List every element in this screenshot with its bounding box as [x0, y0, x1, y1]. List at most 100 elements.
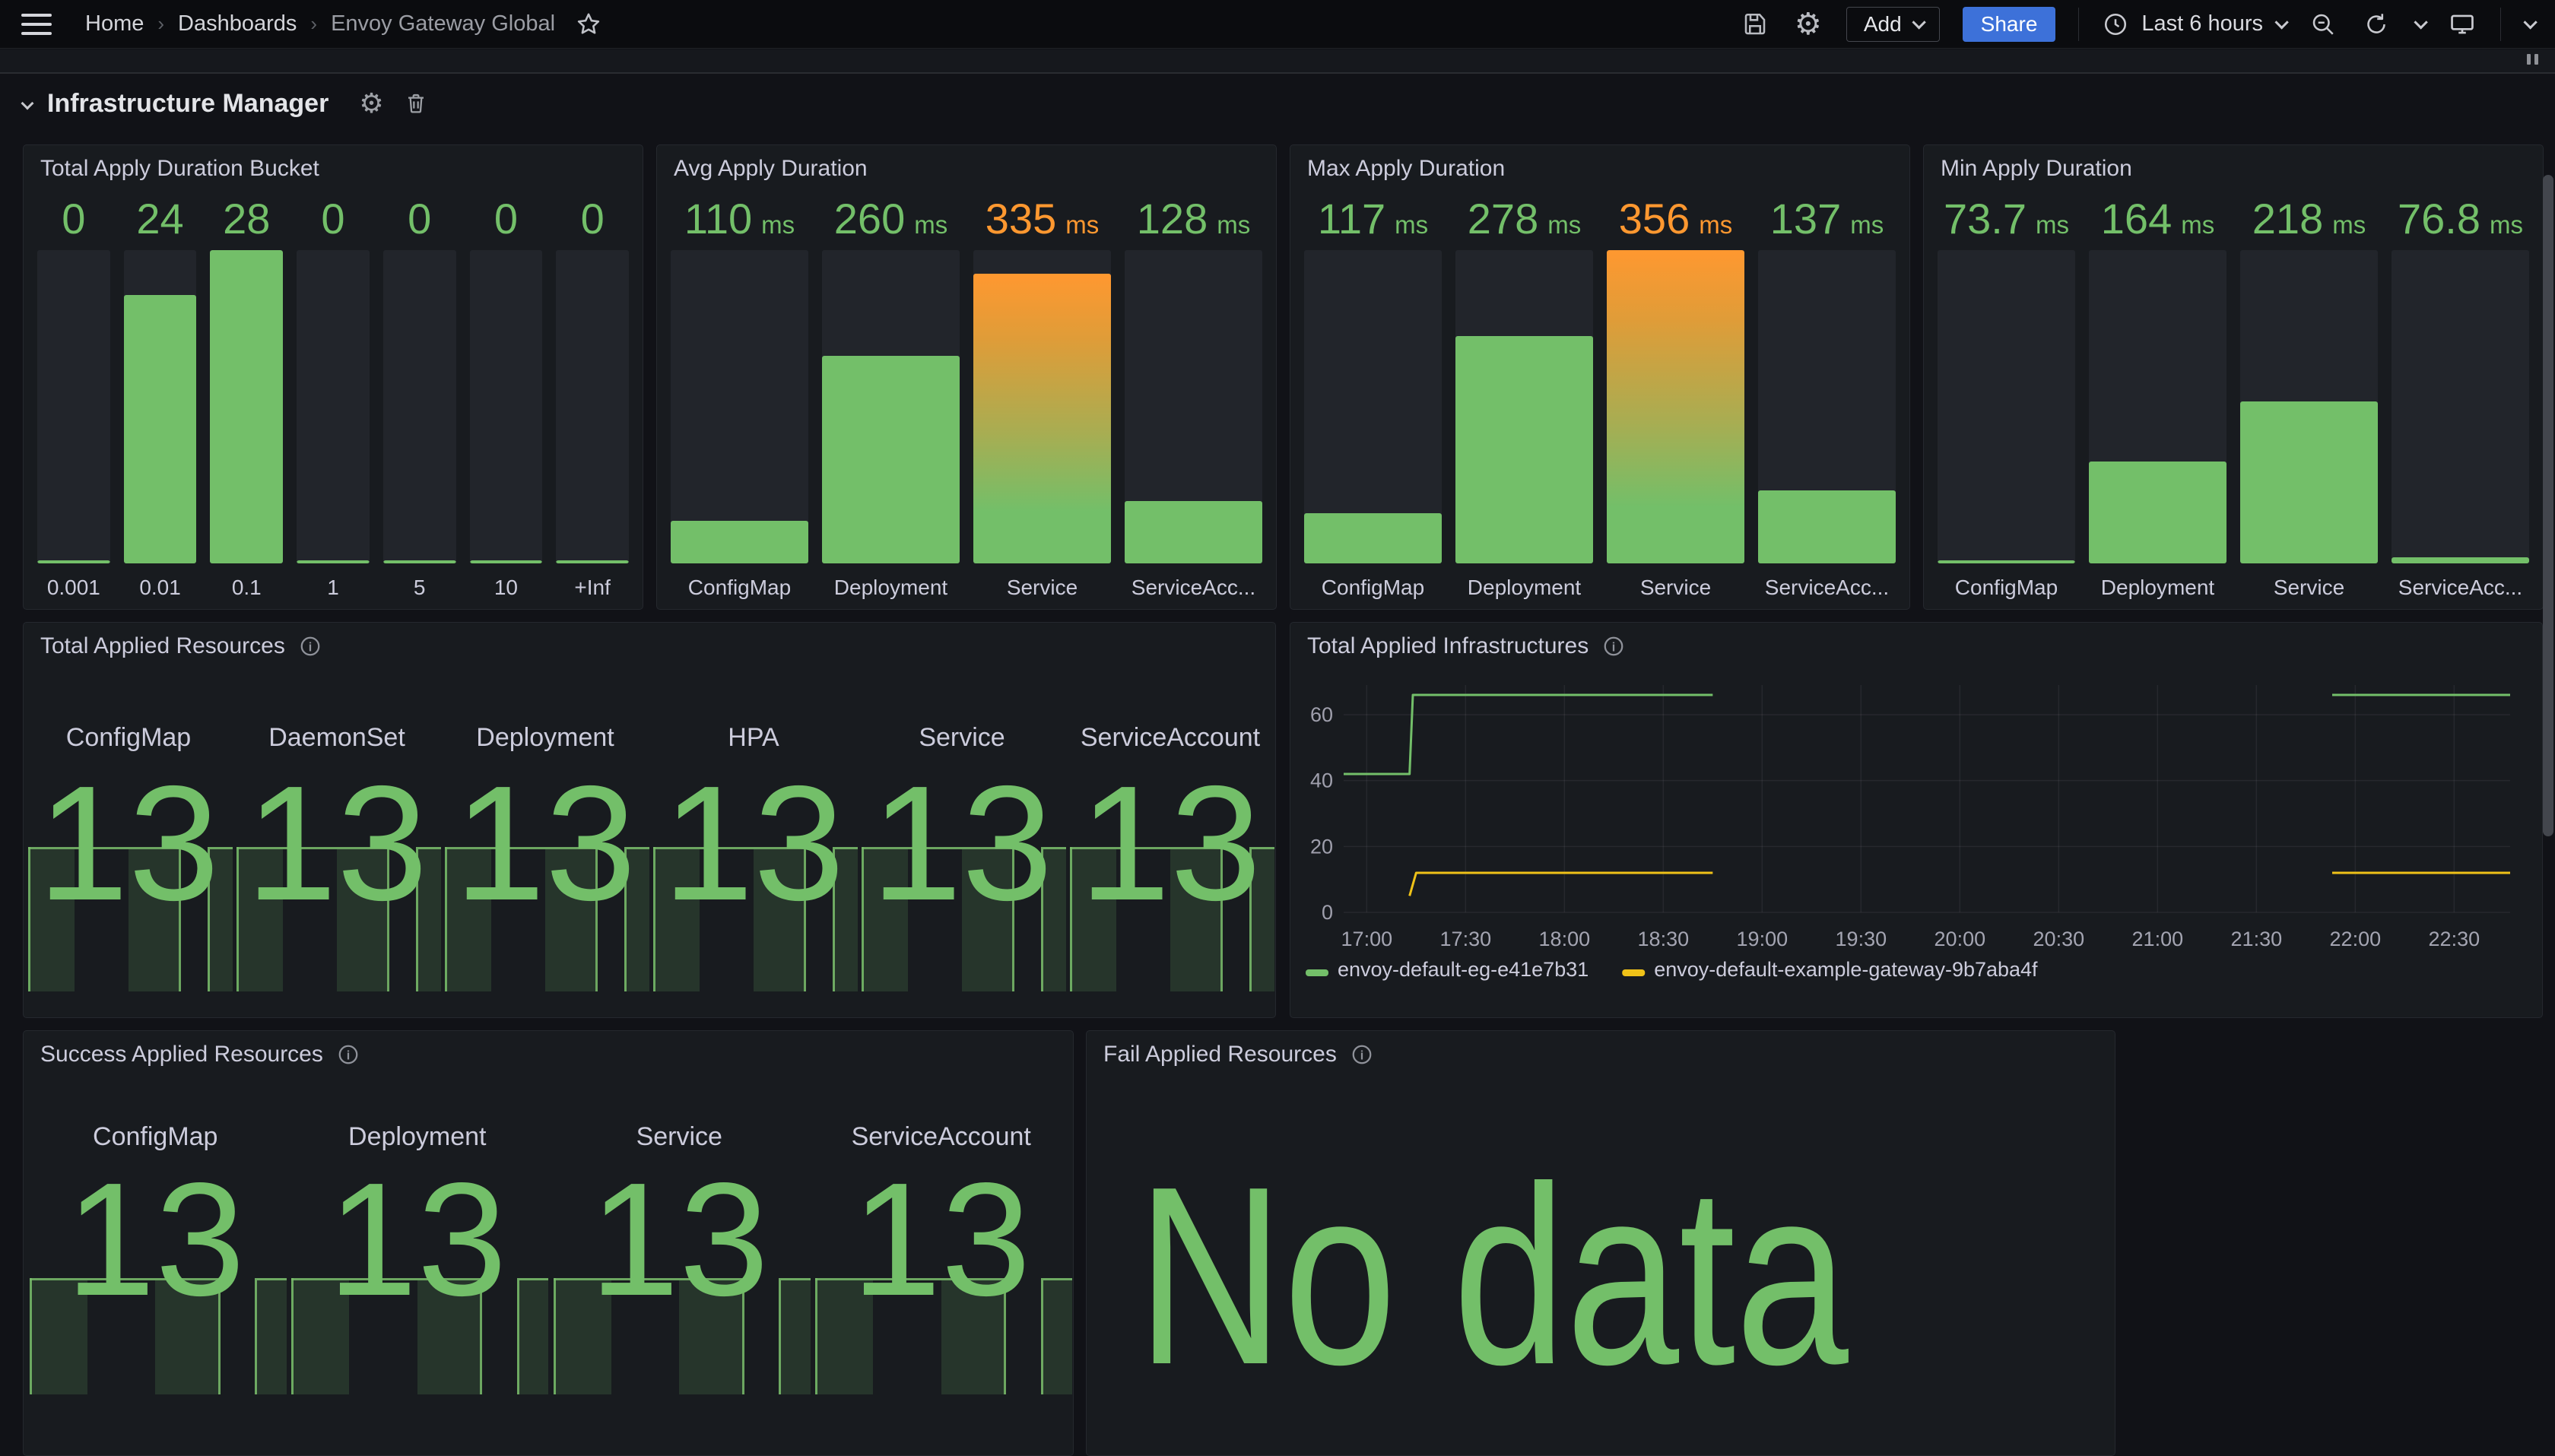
gauge-column: 278msDeployment: [1455, 194, 1593, 600]
panel-max-apply-duration: Max Apply Duration 117msConfigMap278msDe…: [1290, 144, 1910, 610]
save-dashboard-icon[interactable]: [1740, 9, 1770, 40]
y-axis-tick-label: 60: [1310, 703, 1333, 726]
gauge-label: ConfigMap: [1955, 563, 2058, 600]
tv-mode-icon[interactable]: [2447, 9, 2477, 40]
gauge-column: 240.01: [124, 194, 197, 600]
gauge-column: 128msServiceAcc...: [1125, 194, 1262, 600]
breadcrumb-dashboards[interactable]: Dashboards: [178, 11, 297, 36]
time-series-chart[interactable]: 020406017:0017:3018:0018:3019:0019:3020:…: [1290, 623, 2542, 1017]
panel-min-apply-duration: Min Apply Duration 73.7ms ConfigMap 164ms D…: [1923, 144, 2544, 610]
panel-title[interactable]: Total Apply Duration Bucket: [40, 156, 319, 182]
top-nav-bar: Home › Dashboards › Envoy Gateway Global…: [0, 0, 2555, 49]
panel-total-apply-duration-bucket: Total Apply Duration Bucket 0 0.001 240.01…: [23, 144, 643, 610]
legend-marker[interactable]: [1306, 969, 1328, 976]
add-button[interactable]: Add: [1846, 7, 1940, 42]
gauge-column: 76.8msServiceAcc...: [2392, 194, 2529, 600]
gauge-label: 10: [494, 563, 518, 600]
panel-title[interactable]: Max Apply Duration: [1307, 156, 1505, 182]
legend-label[interactable]: envoy-default-example-gateway-9b7aba4f: [1654, 958, 2038, 981]
stat-value: 13: [441, 761, 649, 925]
gauge-value: 164ms: [2101, 194, 2214, 250]
gauge-value: 73.7ms: [1944, 194, 2069, 250]
kiosk-chevron-icon[interactable]: [2523, 15, 2537, 29]
info-icon[interactable]: i: [1350, 1043, 1373, 1066]
partial-panel-above: [0, 49, 2555, 74]
x-axis-tick-label: 18:00: [1539, 928, 1591, 950]
gauge-column: 260msDeployment: [822, 194, 960, 600]
gauge-bar-fill: [1304, 513, 1442, 563]
gauge-value: 110ms: [684, 194, 795, 250]
dashboard-settings-icon[interactable]: ⚙: [1793, 9, 1823, 40]
x-axis-tick-label: 19:00: [1737, 928, 1788, 950]
page-scrollbar[interactable]: [2543, 175, 2553, 836]
gauge-value: 76.8ms: [2398, 194, 2523, 250]
row-header-infrastructure-manager[interactable]: Infrastructure Manager ⚙: [23, 82, 428, 125]
stat-label: Service: [858, 723, 1066, 753]
share-button[interactable]: Share: [1963, 7, 2056, 42]
y-axis-tick-label: 40: [1310, 769, 1333, 792]
gauge-track: [297, 250, 370, 563]
gauge-track: [210, 250, 283, 563]
info-icon[interactable]: i: [299, 635, 322, 658]
panel-title[interactable]: Total Applied Infrastructures: [1307, 633, 1589, 659]
gauge-column: 05: [383, 194, 456, 600]
gauge-column: 117msConfigMap: [1304, 194, 1442, 600]
stat-value: 13: [233, 761, 441, 925]
x-axis-tick-label: 17:00: [1341, 928, 1393, 950]
x-axis-tick-label: 20:00: [1934, 928, 1986, 950]
panel-avg-apply-duration: Avg Apply Duration 110msConfigMap260msDe…: [656, 144, 1277, 610]
menu-icon[interactable]: [21, 14, 52, 35]
info-icon[interactable]: i: [1602, 635, 1625, 658]
row-title[interactable]: Infrastructure Manager: [47, 89, 328, 119]
gauge-track: [2089, 250, 2226, 563]
gauge-bar-fill: [124, 295, 197, 563]
gauge-track: [1607, 250, 1744, 563]
gauge-column: 73.7ms ConfigMap: [1938, 194, 2075, 600]
stat-value: 13: [649, 761, 858, 925]
stat-value: 13: [1066, 761, 1274, 925]
gauge-label: 0.001: [47, 563, 100, 600]
gauge-value: 28: [223, 194, 270, 250]
gauge-track: [671, 250, 808, 563]
gauge-label: Deployment: [2101, 563, 2214, 600]
gauge-track: [2392, 250, 2529, 563]
gauge-bar-fill: [470, 560, 543, 563]
collapse-chevron-icon[interactable]: [21, 97, 34, 110]
info-icon[interactable]: i: [337, 1043, 360, 1066]
gauge-label: Service: [1640, 563, 1711, 600]
panel-title[interactable]: Avg Apply Duration: [674, 156, 868, 182]
gauge-track: [37, 250, 110, 563]
refresh-interval-chevron-icon[interactable]: [2414, 15, 2427, 29]
refresh-icon[interactable]: [2361, 9, 2392, 40]
favorite-star-icon[interactable]: [575, 11, 602, 38]
y-axis-tick-label: 20: [1310, 835, 1333, 858]
toolbar-divider: [2078, 8, 2079, 41]
gauge-value: 278ms: [1468, 194, 1581, 250]
gauge-column: 010: [470, 194, 543, 600]
svg-text:i: i: [1360, 1048, 1364, 1062]
breadcrumb-home[interactable]: Home: [85, 11, 144, 36]
row-delete-trash-icon[interactable]: [404, 90, 428, 116]
gauge-bar-fill: [1125, 501, 1262, 563]
gauge-bar-fill: [37, 560, 110, 563]
time-range-picker[interactable]: Last 6 hours: [2102, 11, 2285, 38]
clock-icon: [2102, 11, 2129, 38]
gauge-track: [1758, 250, 1896, 563]
svg-text:i: i: [347, 1048, 351, 1062]
legend-label[interactable]: envoy-default-eg-e41e7b31: [1338, 958, 1589, 981]
panel-title[interactable]: Fail Applied Resources: [1103, 1042, 1337, 1067]
panel-resize-handle[interactable]: [2527, 54, 2538, 65]
row-settings-gear-icon[interactable]: ⚙: [359, 87, 383, 119]
gauge-track: [383, 250, 456, 563]
panel-title[interactable]: Total Applied Resources: [40, 633, 285, 659]
panel-title[interactable]: Min Apply Duration: [1941, 156, 2132, 182]
panel-title[interactable]: Success Applied Resources: [40, 1042, 323, 1067]
legend-marker[interactable]: [1622, 969, 1645, 976]
gauge-value: 0: [408, 194, 431, 250]
panel-success-applied-resources: Success Applied Resources i ConfigMap13D…: [23, 1030, 1074, 1456]
zoom-out-icon[interactable]: [2308, 9, 2338, 40]
x-axis-tick-label: 21:30: [2231, 928, 2283, 950]
stat-cell: DaemonSet13: [233, 623, 441, 1017]
gauge-bar-fill: [822, 356, 960, 563]
stat-label: Deployment: [441, 723, 649, 753]
